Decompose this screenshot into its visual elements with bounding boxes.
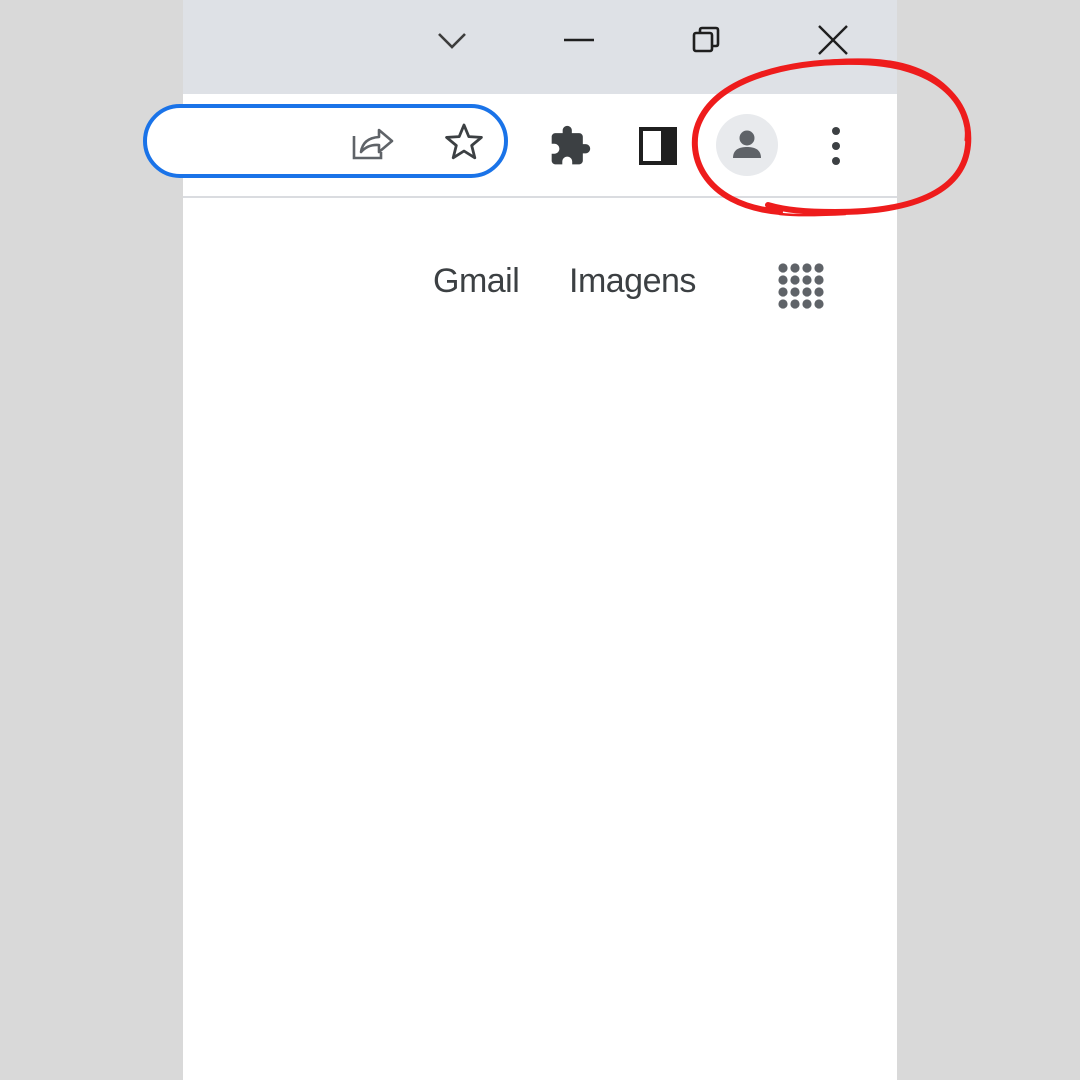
restore-button[interactable]: [666, 0, 746, 80]
browser-window: Gmail Imagens: [143, 0, 897, 1080]
apps-grid-icon: [778, 263, 824, 309]
extensions-button[interactable]: [545, 121, 595, 171]
three-dot-menu-icon: [832, 127, 840, 165]
images-link[interactable]: Imagens: [569, 262, 696, 301]
share-button[interactable]: [347, 120, 399, 164]
puzzle-icon: [551, 125, 591, 165]
share-icon: [352, 128, 394, 160]
title-bar: [183, 0, 897, 94]
gmail-link[interactable]: Gmail: [433, 262, 520, 301]
restore-icon: [692, 26, 720, 53]
google-apps-button[interactable]: [773, 258, 829, 314]
close-button[interactable]: [793, 0, 873, 80]
minimize-button[interactable]: [539, 0, 619, 80]
address-bar[interactable]: [143, 104, 508, 178]
tab-search-button[interactable]: [412, 0, 492, 80]
profile-button[interactable]: [716, 114, 778, 176]
chevron-down-icon: [438, 33, 466, 49]
side-panel-icon: [639, 127, 677, 165]
minimize-icon: [564, 38, 594, 42]
bookmark-button[interactable]: [439, 118, 489, 166]
browser-menu-button[interactable]: [813, 121, 859, 171]
person-icon: [733, 130, 761, 158]
star-icon: [445, 123, 483, 160]
browser-toolbar: [143, 94, 897, 198]
side-panel-button[interactable]: [633, 121, 683, 171]
close-icon: [818, 25, 848, 55]
